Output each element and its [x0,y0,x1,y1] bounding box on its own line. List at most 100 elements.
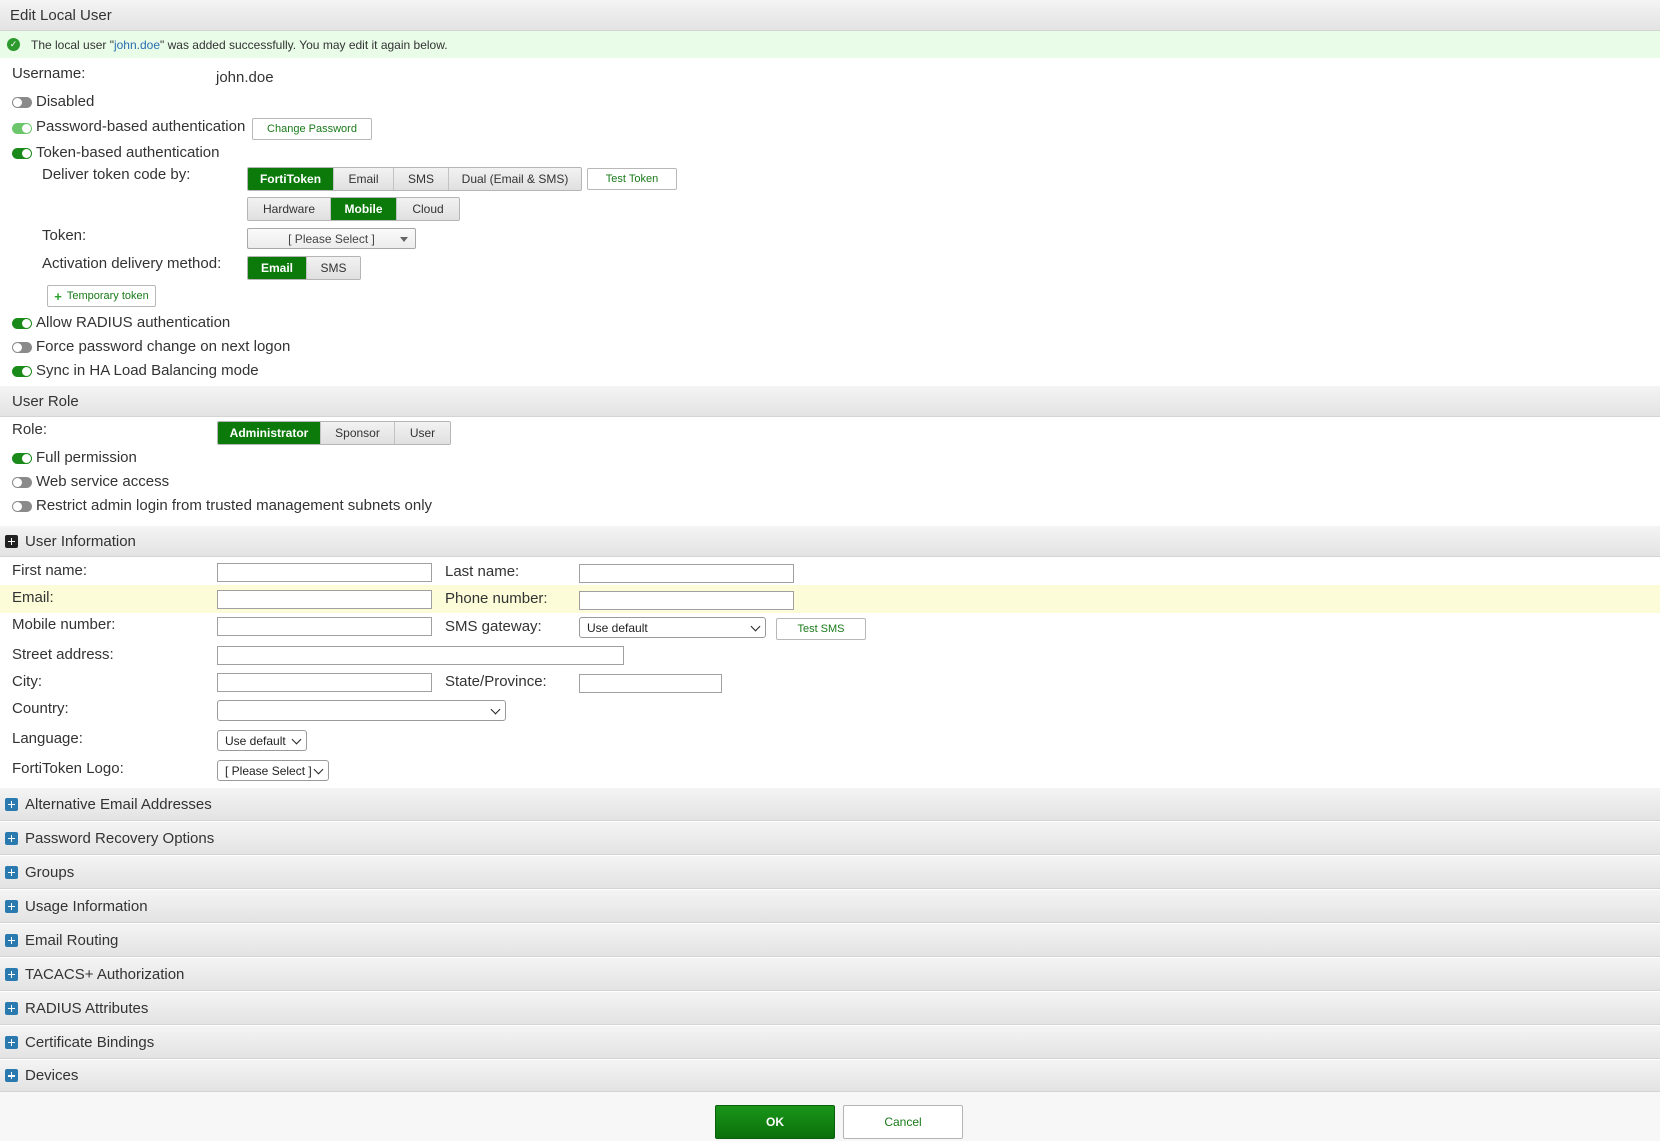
mobile-number-label: Mobile number: [12,616,116,633]
password-auth-toggle[interactable] [12,123,32,134]
expand-icon [5,534,18,548]
section-title: Email Routing [25,931,119,949]
success-banner: ✓ The local user " john.doe " was added su… [0,31,1660,58]
section-email-routing[interactable]: Email Routing [0,924,1660,957]
deliver-option-dual[interactable]: Dual (Email & SMS) [449,168,581,190]
chevron-down-icon [291,734,302,745]
token-select-value: [ Please Select ] [288,231,375,246]
section-alternative-email-addresses[interactable]: Alternative Email Addresses [0,788,1660,821]
state-province-input[interactable] [579,674,722,693]
fortitoken-logo-select[interactable]: [ Please Select ] [217,760,329,781]
role-option-administrator[interactable]: Administrator [218,422,321,444]
deliver-token-label: Deliver token code by: [42,166,191,183]
section-radius-attributes[interactable]: RADIUS Attributes [0,992,1660,1025]
web-service-access-toggle[interactable] [12,477,32,488]
mobile-number-input[interactable] [217,617,432,636]
success-check-icon: ✓ [7,38,20,51]
language-value: Use default [225,733,286,748]
section-title: Groups [25,863,75,881]
street-address-input[interactable] [217,646,624,665]
sync-ha-toggle[interactable] [12,366,32,377]
force-password-change-label: Force password change on next logon [36,338,291,355]
phone-number-label: Phone number: [445,590,548,607]
user-role-section-title: User Role [12,392,79,410]
activation-delivery-segmented: Email SMS [247,256,361,280]
role-option-user[interactable]: User [395,422,450,444]
city-input[interactable] [217,673,432,692]
banner-suffix: " was added successfully. You may edit i… [160,37,448,52]
section-devices[interactable]: Devices [0,1060,1660,1092]
fortitoken-logo-value: [ Please Select ] [225,763,312,778]
banner-prefix: The local user " [31,37,114,52]
allow-radius-toggle[interactable] [12,318,32,329]
cancel-button[interactable]: Cancel [843,1105,963,1139]
language-select[interactable]: Use default [217,730,307,751]
street-address-label: Street address: [12,646,114,663]
country-select[interactable] [217,700,506,721]
sms-gateway-select[interactable]: Use default [579,617,766,638]
change-password-button[interactable]: Change Password [252,118,372,140]
country-label: Country: [12,700,69,717]
disabled-toggle[interactable] [12,97,32,108]
sms-gateway-label: SMS gateway: [445,618,542,635]
role-option-sponsor[interactable]: Sponsor [321,422,395,444]
expand-icon [5,1069,18,1082]
token-auth-toggle[interactable] [12,148,32,159]
expand-icon [5,1001,18,1015]
force-password-change-toggle[interactable] [12,342,32,353]
expand-icon [5,865,18,879]
full-permission-label: Full permission [36,449,137,466]
restrict-admin-login-toggle[interactable] [12,501,32,512]
section-title: Password Recovery Options [25,829,215,847]
plus-icon: + [54,288,62,304]
section-title: Devices [25,1067,79,1084]
section-certificate-bindings[interactable]: Certificate Bindings [0,1026,1660,1059]
role-label: Role: [12,421,48,438]
activation-delivery-label: Activation delivery method: [42,255,222,272]
email-label: Email: [12,589,54,606]
city-label: City: [12,673,42,690]
last-name-input[interactable] [579,564,794,583]
test-token-button[interactable]: Test Token [587,168,677,190]
user-information-section-title: User Information [25,532,136,550]
temporary-token-button[interactable]: + Temporary token [47,285,156,307]
dropdown-arrow-icon [400,237,408,242]
first-name-label: First name: [12,562,88,579]
expand-icon [5,967,18,981]
token-type-hardware[interactable]: Hardware [248,198,331,220]
token-type-cloud[interactable]: Cloud [397,198,459,220]
deliver-option-email[interactable]: Email [334,168,394,190]
first-name-input[interactable] [217,563,432,582]
expand-icon [5,797,18,811]
token-select[interactable]: [ Please Select ] [247,228,416,249]
activation-option-sms[interactable]: SMS [307,257,360,279]
token-type-mobile[interactable]: Mobile [331,198,397,220]
deliver-option-fortitoken[interactable]: FortiToken [248,168,334,190]
section-title: Certificate Bindings [25,1033,155,1051]
language-label: Language: [12,730,83,747]
temporary-token-label: Temporary token [66,290,149,302]
test-sms-button[interactable]: Test SMS [776,618,866,640]
activation-option-email[interactable]: Email [248,257,307,279]
banner-username-link[interactable]: john.doe [114,38,160,52]
token-auth-label: Token-based authentication [36,144,220,161]
section-usage-information[interactable]: Usage Information [0,890,1660,923]
expand-icon [5,899,18,913]
section-title: RADIUS Attributes [25,999,149,1017]
full-permission-toggle[interactable] [12,453,32,464]
section-groups[interactable]: Groups [0,856,1660,889]
user-information-section-header[interactable]: User Information [0,526,1660,557]
disabled-label: Disabled [36,93,95,110]
phone-number-input[interactable] [579,591,794,610]
allow-radius-label: Allow RADIUS authentication [36,314,231,331]
section-title: TACACS+ Authorization [25,965,185,983]
role-segmented: Administrator Sponsor User [217,421,451,445]
section-password-recovery-options[interactable]: Password Recovery Options [0,822,1660,855]
section-title: Usage Information [25,897,148,915]
page-header: Edit Local User [0,0,1660,31]
email-input[interactable] [217,590,432,609]
deliver-token-segmented: FortiToken Email SMS Dual (Email & SMS) [247,167,582,191]
section-tacacs-authorization[interactable]: TACACS+ Authorization [0,958,1660,991]
ok-button[interactable]: OK [715,1105,835,1139]
deliver-option-sms[interactable]: SMS [394,168,449,190]
